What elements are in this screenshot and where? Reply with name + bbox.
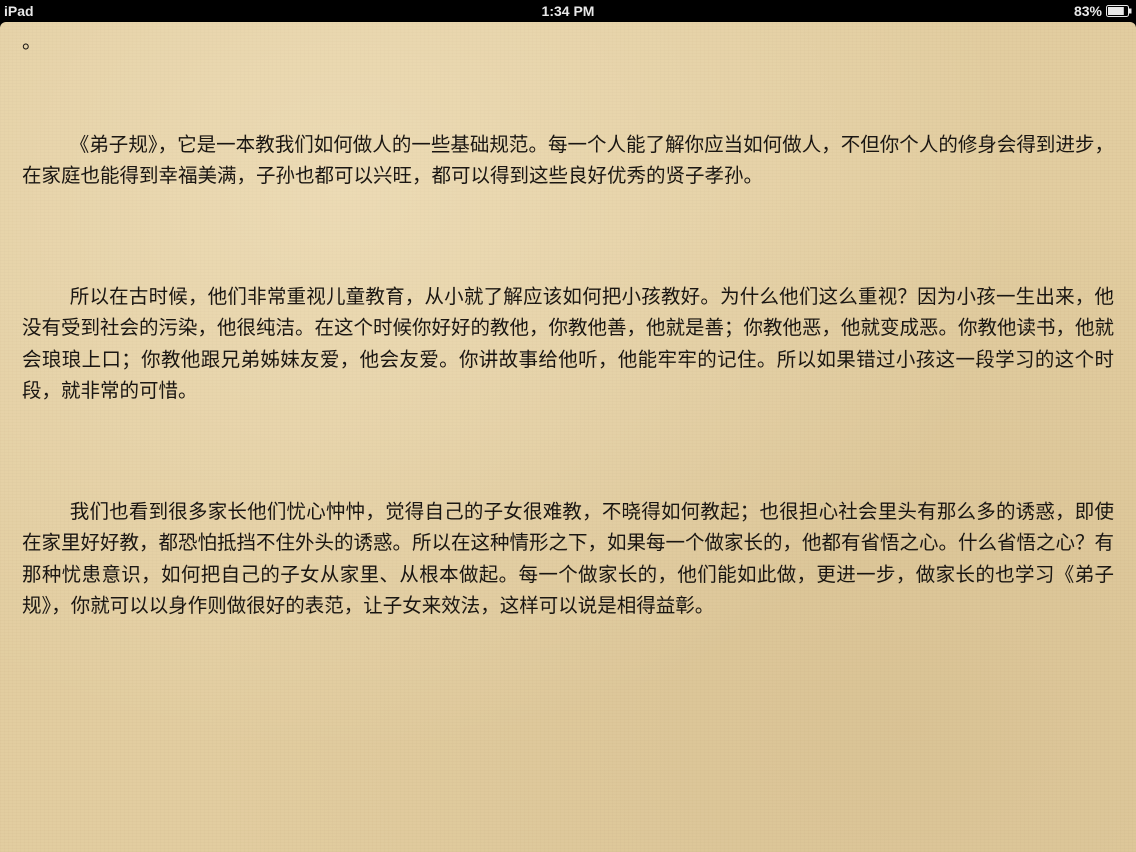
stray-punctuation: 。 xyxy=(22,30,42,53)
reader-content: 。 《弟子规》，它是一本教我们如何做人的一些基础规范。每一个人能了解你应当如何做… xyxy=(22,26,1114,622)
battery-status: 83% xyxy=(1074,2,1132,20)
clock: 1:34 PM xyxy=(541,3,595,19)
paragraph-3: 我们也看到很多家长他们忧心忡忡，觉得自己的子女很难教，不晓得如何教起；也很担心社… xyxy=(22,499,1115,618)
battery-percent: 83% xyxy=(1073,3,1102,19)
status-bar: iPad 1:34 PM 83% xyxy=(0,0,1136,22)
paragraph-2: 所以在古时候，他们非常重视儿童教育，从小就了解应该如何把小孩教好。为什么他们这么… xyxy=(22,284,1115,403)
battery-icon xyxy=(1106,5,1132,17)
paragraph-1: 《弟子规》，它是一本教我们如何做人的一些基础规范。每一个人能了解你应当如何做人，… xyxy=(22,132,1114,188)
reader-page[interactable]: 。 《弟子规》，它是一本教我们如何做人的一些基础规范。每一个人能了解你应当如何做… xyxy=(0,22,1136,852)
